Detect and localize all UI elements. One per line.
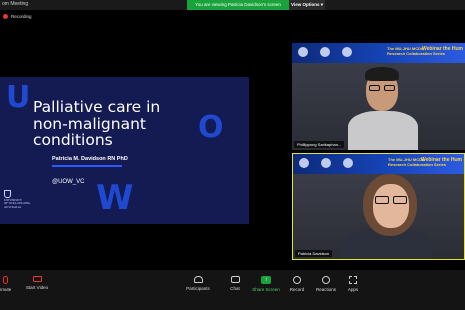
title-bar: om Meeting You are viewing Patricia Davi… [0, 0, 465, 10]
person-hair [365, 67, 399, 81]
participants-button[interactable]: Participants [181, 276, 215, 291]
slide-letter-o: O [198, 110, 224, 145]
glasses-icon [384, 85, 395, 91]
participant-name-label: Patricia Davidson [295, 250, 333, 257]
slide-divider [52, 165, 122, 167]
institution-logo-icon [299, 158, 309, 168]
glasses-icon [375, 196, 389, 204]
university-name: UNIVERSITY OF WOLLONGONG AUSTRALIA [4, 198, 31, 209]
person-head [373, 184, 409, 228]
participants-label: Participants [186, 286, 210, 291]
person-body [348, 111, 418, 150]
institution-logo-icon [321, 158, 331, 168]
institution-logo-icon [342, 47, 352, 57]
chat-button[interactable]: Chat [218, 276, 252, 291]
apps-label: Apps [347, 287, 359, 292]
slide-author: Patricia M. Davidson RN PhD [52, 156, 128, 162]
video-feed [293, 174, 464, 259]
start-video-label: Start Video [25, 285, 49, 290]
view-options-button[interactable]: View Options ▾ [289, 0, 325, 10]
institution-logo-icon [298, 47, 308, 57]
apps-button[interactable]: Apps [336, 276, 370, 292]
participants-icon [193, 276, 203, 283]
recording-label: Recording [11, 13, 32, 19]
banner-webinar-title: Webinar the Hum [420, 157, 462, 163]
video-tile-active-speaker[interactable]: The MU-JHU MCDs Research Collaboration S… [292, 153, 465, 260]
chat-icon [230, 276, 240, 283]
record-icon [293, 276, 301, 284]
reactions-icon [322, 276, 330, 284]
slide-letter-u: U [6, 80, 31, 115]
share-screen-label: Share Screen [252, 287, 280, 292]
shared-screen-slide: U O W Palliative care in non-malignant c… [0, 77, 249, 224]
virtual-background-banner: The MU-JHU MCDs Research Collaboration S… [292, 43, 465, 63]
unmute-button[interactable]: nmute [0, 276, 22, 292]
start-video-button[interactable]: Start Video [20, 276, 54, 290]
institution-logo-icon [343, 158, 353, 168]
share-screen-icon: ↑ [261, 276, 271, 284]
glasses-icon [369, 85, 380, 91]
recording-indicator[interactable]: Recording [3, 12, 32, 20]
chat-label: Chat [230, 286, 240, 291]
banner-webinar-title: Webinar the Hum [421, 46, 463, 52]
microphone-muted-icon [2, 276, 8, 284]
glasses-icon [393, 196, 407, 204]
screen-share-banner: You are viewing Patricia Davidson's scre… [187, 0, 289, 10]
slide-letter-w: W [96, 178, 134, 218]
university-crest-icon [4, 190, 11, 198]
institution-logo-icon [320, 47, 330, 57]
participant-name-label: Phillippong Sarikaphan... [294, 141, 345, 148]
video-tile-participant[interactable]: The MU-JHU MCDs Research Collaboration S… [292, 43, 465, 150]
virtual-background-banner: The MU-JHU MCDs Research Collaboration S… [293, 154, 464, 174]
window-title: om Meeting [2, 1, 29, 7]
slide-title: Palliative care in non-malignant conditi… [33, 98, 161, 149]
slide-twitter-handle: @UOW_VC [52, 179, 85, 185]
unmute-label: nmute [0, 287, 12, 292]
video-off-icon [32, 276, 42, 282]
recording-dot-icon [3, 13, 8, 19]
apps-icon [349, 276, 357, 284]
meeting-toolbar: nmute Start Video Participants Chat ↑ Sh… [0, 270, 465, 310]
share-screen-button[interactable]: ↑ Share Screen [249, 276, 283, 292]
video-feed [292, 63, 465, 150]
